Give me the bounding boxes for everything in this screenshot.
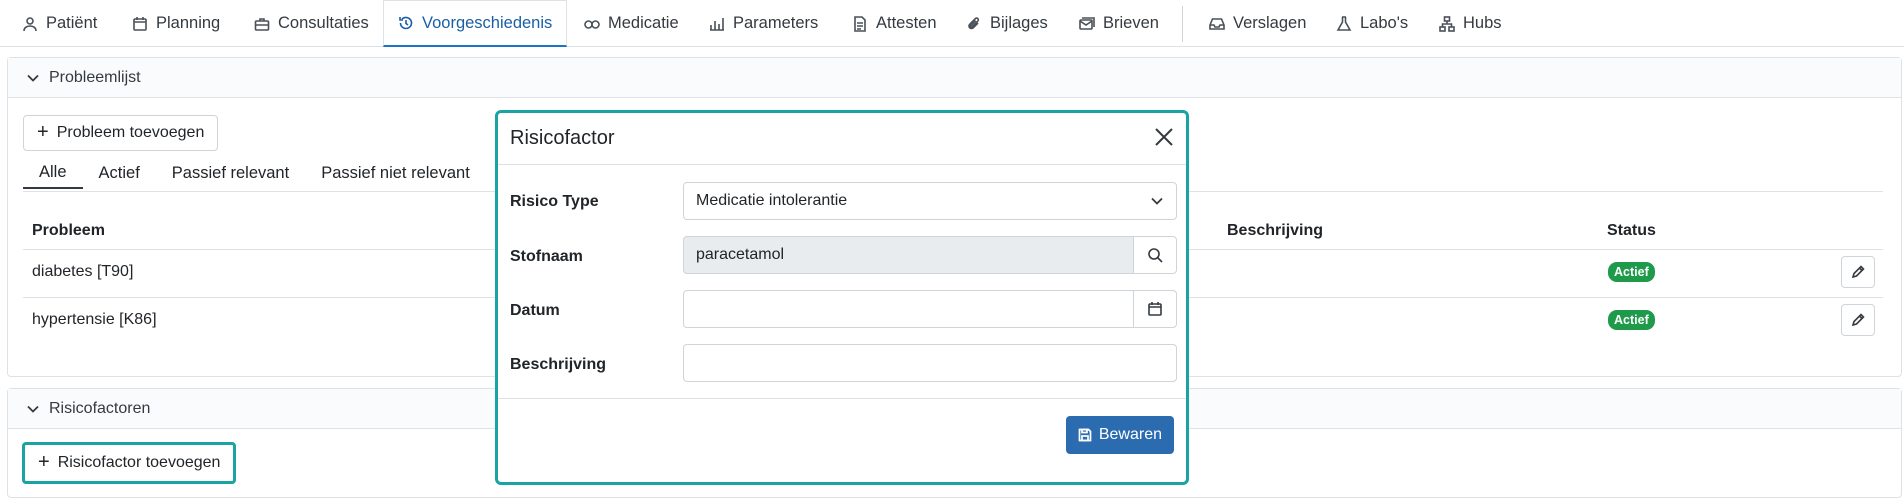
- tab-patient[interactable]: Patiënt: [8, 0, 111, 47]
- add-risk-factor-button[interactable]: + Risicofactor toevoegen: [22, 442, 237, 484]
- edit-button[interactable]: [1841, 256, 1875, 288]
- close-icon: [1155, 128, 1173, 146]
- substance-value: paracetamol: [696, 246, 785, 263]
- date-label: Datum: [510, 302, 560, 319]
- card-title: Probleemlijst: [49, 68, 141, 86]
- subtab-passief-relevant[interactable]: Passief relevant: [156, 157, 305, 189]
- subtab-passief-niet-relevant[interactable]: Passief niet relevant: [305, 157, 486, 189]
- column-header-status: Status: [1607, 222, 1656, 239]
- calendar-icon: [133, 16, 147, 31]
- modal-header: Risicofactor: [498, 113, 1186, 165]
- button-label: Bewaren: [1098, 426, 1162, 443]
- status-badge: Actief: [1608, 262, 1655, 282]
- risk-type-label: Risico Type: [510, 193, 599, 210]
- substance-label: Stofnaam: [510, 248, 583, 265]
- tab-label: Medicatie: [608, 14, 679, 32]
- briefcase-icon: [254, 17, 270, 31]
- tab-label: Consultaties: [278, 14, 369, 32]
- button-label: Risicofactor toevoegen: [57, 454, 221, 471]
- risk-type-value: Medicatie intolerantie: [696, 192, 848, 209]
- tab-label: Attesten: [876, 14, 937, 32]
- search-button[interactable]: [1133, 236, 1177, 274]
- calendar-icon: [1148, 302, 1162, 316]
- flask-icon: [1336, 15, 1352, 31]
- tab-consultaties[interactable]: Consultaties: [240, 0, 383, 47]
- problem-filter-tabs: Alle Actief Passief relevant Passief nie…: [23, 157, 486, 189]
- tab-parameters[interactable]: Parameters: [695, 0, 832, 47]
- pills-icon: [584, 19, 600, 29]
- column-header-beschrijving: Beschrijving: [1227, 222, 1324, 239]
- tab-planning[interactable]: Planning: [118, 0, 234, 47]
- column-header-probleem: Probleem: [32, 222, 105, 239]
- tab-brieven[interactable]: Brieven: [1065, 0, 1173, 47]
- search-icon: [1148, 248, 1163, 263]
- chevron-down-icon: [27, 74, 39, 82]
- chevron-down-icon: [1150, 194, 1164, 208]
- problem-cell: diabetes [T90]: [32, 263, 134, 280]
- tab-label: Patiënt: [46, 14, 98, 32]
- save-button[interactable]: Bewaren: [1065, 416, 1174, 454]
- problem-cell: hypertensie [K86]: [32, 311, 157, 328]
- risk-type-select[interactable]: Medicatie intolerantie: [683, 182, 1177, 220]
- chevron-down-icon: [27, 405, 39, 413]
- tab-label: Voorgeschiedenis: [422, 13, 553, 32]
- risk-factor-modal: Risicofactor Risico Type Medicatie intol…: [495, 110, 1189, 485]
- tab-label: Parameters: [733, 14, 819, 32]
- tab-bijlages[interactable]: Bijlages: [952, 0, 1062, 47]
- subtab-actief[interactable]: Actief: [83, 157, 156, 189]
- modal-footer-divider: [498, 398, 1186, 399]
- subtab-alle[interactable]: Alle: [23, 157, 83, 189]
- tab-labos[interactable]: Labo's: [1322, 0, 1422, 47]
- inbox-icon: [1209, 17, 1225, 30]
- description-input[interactable]: [683, 344, 1177, 382]
- paperclip-icon: [968, 16, 980, 29]
- modal-title: Risicofactor: [510, 127, 615, 149]
- plus-icon: +: [37, 121, 49, 143]
- add-problem-button[interactable]: + Probleem toevoegen: [23, 115, 219, 151]
- letters-icon: [1079, 16, 1095, 30]
- nav-divider: [1182, 6, 1183, 42]
- tab-label: Brieven: [1103, 14, 1159, 32]
- tab-hubs[interactable]: Hubs: [1425, 0, 1516, 47]
- network-icon: [1439, 15, 1455, 32]
- tab-attesten[interactable]: Attesten: [838, 0, 951, 47]
- tab-medicatie[interactable]: Medicatie: [570, 0, 693, 47]
- status-badge: Actief: [1608, 310, 1655, 330]
- save-icon: [1078, 428, 1092, 442]
- edit-button[interactable]: [1841, 304, 1875, 336]
- user-icon: [23, 16, 37, 31]
- pencil-icon: [1851, 265, 1865, 279]
- button-label: Probleem toevoegen: [56, 124, 205, 141]
- tab-label: Bijlages: [990, 14, 1048, 32]
- calendar-button[interactable]: [1133, 290, 1177, 328]
- close-button[interactable]: [1152, 125, 1176, 149]
- chart-icon: [710, 17, 724, 31]
- tab-label: Labo's: [1360, 14, 1409, 32]
- history-icon: [399, 16, 413, 30]
- card-title: Risicofactoren: [49, 399, 151, 417]
- tab-label: Planning: [156, 14, 221, 32]
- tab-label: Verslagen: [1233, 14, 1307, 32]
- problem-list-header[interactable]: Probleemlijst: [8, 58, 1901, 98]
- tab-voorgeschiedenis[interactable]: Voorgeschiedenis: [383, 0, 568, 47]
- date-input[interactable]: [683, 290, 1134, 328]
- substance-input[interactable]: paracetamol: [683, 236, 1134, 274]
- tab-verslagen[interactable]: Verslagen: [1195, 0, 1320, 47]
- document-icon: [854, 15, 866, 32]
- tab-label: Hubs: [1463, 14, 1502, 32]
- description-label: Beschrijving: [510, 356, 607, 373]
- plus-icon: +: [38, 451, 50, 473]
- top-navigation: Patiënt Planning Consultaties Voorgeschi…: [0, 0, 1904, 47]
- pencil-icon: [1851, 313, 1865, 327]
